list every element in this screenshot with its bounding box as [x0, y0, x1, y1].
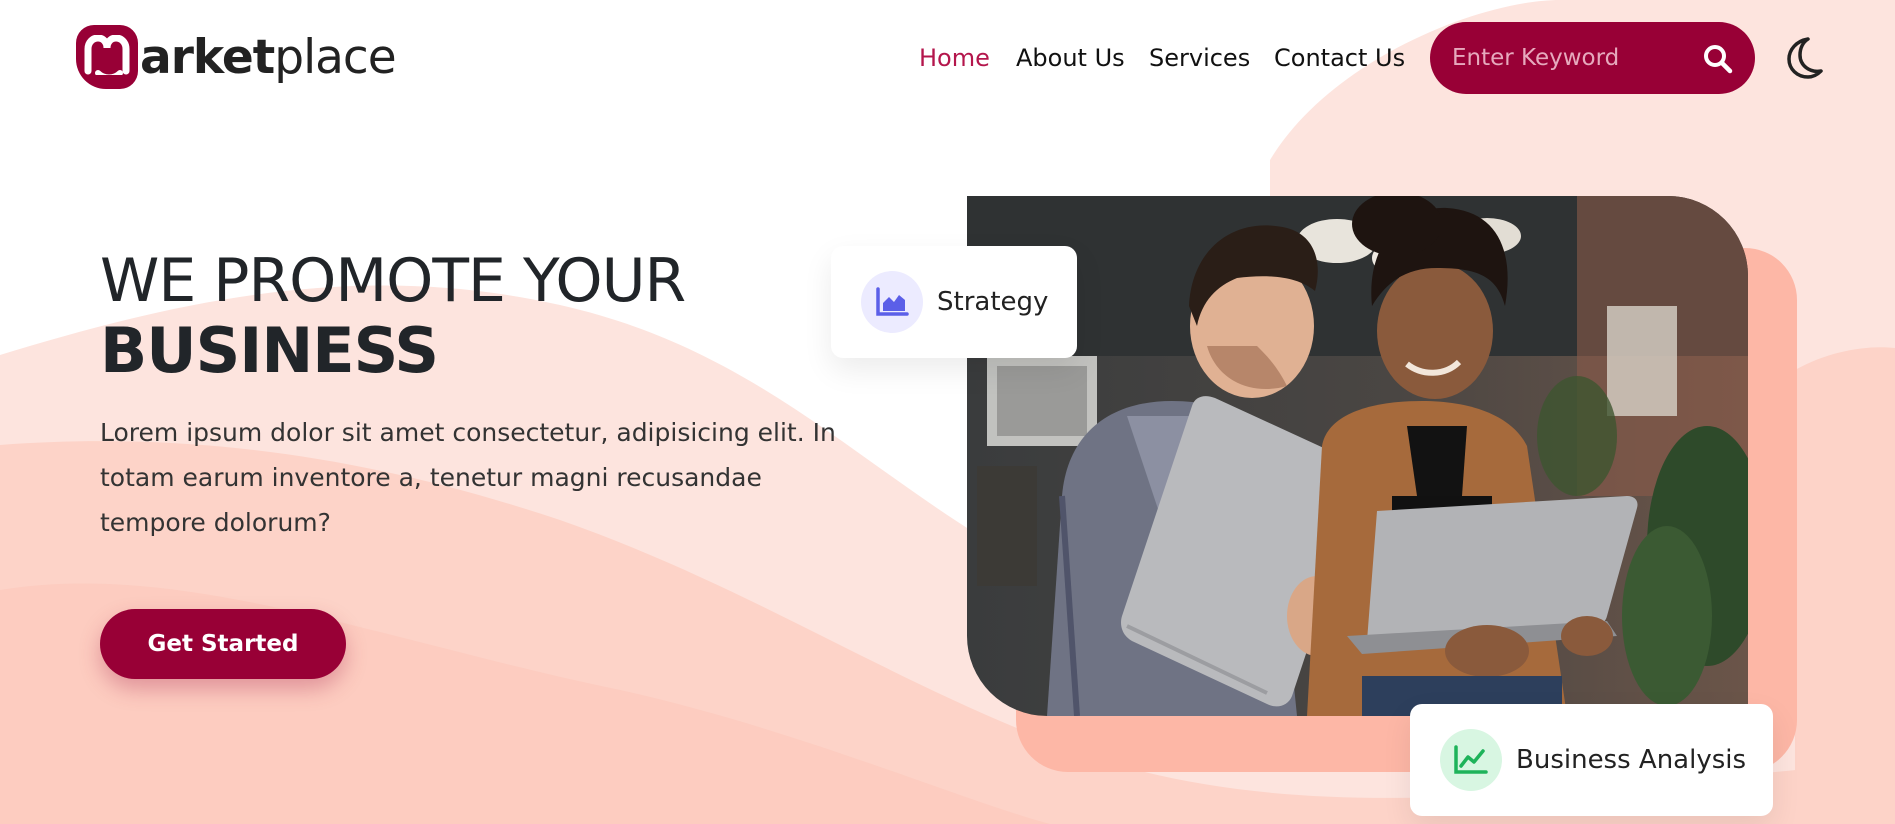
hero-title-bold: BUSINESS [100, 314, 439, 387]
logo-text-bold: arket [140, 29, 275, 85]
hero-description: Lorem ipsum dolor sit amet consectetur, … [100, 418, 836, 537]
line-chart-icon [1440, 729, 1502, 791]
nav-contact-us[interactable]: Contact Us [1274, 44, 1405, 72]
business-analysis-card: Business Analysis [1410, 704, 1773, 816]
strategy-card: Strategy [831, 246, 1077, 358]
nav-about-us[interactable]: About Us [1016, 44, 1125, 72]
get-started-button[interactable]: Get Started [100, 609, 346, 679]
nav-services[interactable]: Services [1149, 44, 1250, 72]
site-header: arket place Home About Us Services Conta… [0, 0, 1895, 120]
hero-image [967, 196, 1748, 716]
logo-text-light: place [274, 29, 396, 85]
logo-mark-icon [76, 25, 138, 89]
nav-home[interactable]: Home [919, 44, 990, 72]
moon-icon[interactable] [1782, 36, 1824, 80]
hero-title-light: WE PROMOTE YOUR [100, 246, 686, 316]
strategy-label: Strategy [937, 287, 1049, 317]
brand-logo[interactable]: arket place [76, 22, 397, 92]
business-analysis-label: Business Analysis [1516, 745, 1747, 775]
area-chart-icon [861, 271, 923, 333]
search-icon[interactable] [1703, 44, 1733, 74]
search-bar [1430, 22, 1755, 94]
search-input[interactable] [1452, 45, 1682, 71]
